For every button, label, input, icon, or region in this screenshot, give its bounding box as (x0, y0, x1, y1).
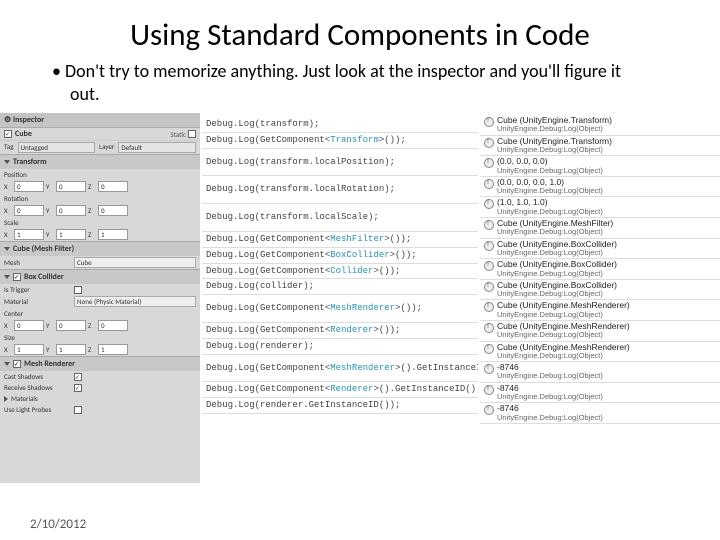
pos-z-field[interactable]: 0 (98, 181, 128, 192)
code-line: Debug.Log(transform.localRotation); (202, 176, 478, 204)
code-line: Debug.Log(collider); (202, 279, 478, 295)
pos-y-field[interactable]: 0 (56, 181, 86, 192)
code-line: Debug.Log(renderer.GetInstanceID()); (202, 398, 478, 414)
scale-row: X1 Y1 Z1 (0, 228, 200, 241)
log-row: Cube (UnityEngine.BoxCollider)UnityEngin… (480, 239, 720, 260)
info-icon (484, 302, 494, 312)
light-probes-checkbox[interactable] (74, 406, 82, 414)
info-icon (484, 344, 494, 354)
console-panel: Cube (UnityEngine.Transform)UnityEngine.… (480, 113, 720, 483)
renderer-enabled-checkbox[interactable] (13, 360, 21, 368)
is-trigger-checkbox[interactable] (74, 286, 82, 294)
info-icon (484, 282, 494, 292)
info-icon (484, 405, 494, 415)
log-row: (0.0, 0.0, 0.0, 1.0)UnityEngine.Debug:Lo… (480, 177, 720, 198)
info-icon (484, 220, 494, 230)
position-row: X0 Y0 Z0 (0, 180, 200, 193)
mesh-filter-section[interactable]: Cube (Mesh Filter) (0, 241, 200, 256)
tag-layer-row: Tag Untagged Layer Default (0, 141, 200, 154)
log-row: (1.0, 1.0, 1.0)UnityEngine.Debug:Log(Obj… (480, 197, 720, 218)
receive-shadows-checkbox[interactable] (74, 384, 82, 392)
pos-x-field[interactable]: 0 (14, 181, 44, 192)
log-row: Cube (UnityEngine.Transform)UnityEngine.… (480, 115, 720, 136)
chevron-right-icon (4, 396, 8, 402)
log-row: -8746UnityEngine.Debug:Log(Object) (480, 403, 720, 424)
code-line: Debug.Log(GetComponent<MeshRenderer>()); (202, 295, 478, 323)
physic-material-field[interactable]: None (Physic Material) (74, 296, 196, 307)
info-icon (484, 117, 494, 127)
info-icon (484, 385, 494, 395)
transform-section[interactable]: Transform (0, 154, 200, 169)
info-icon (484, 179, 494, 189)
rotation-row: X0 Y0 Z0 (0, 204, 200, 217)
page-title: Using Standard Components in Code (0, 0, 720, 60)
content-area: ⚙ Inspector Cube Static Tag Untagged Lay… (0, 113, 720, 483)
chevron-down-icon (4, 362, 10, 366)
code-line: Debug.Log(GetComponent<Renderer>().GetIn… (202, 382, 478, 398)
mesh-field[interactable]: Cube (74, 257, 196, 268)
info-icon (484, 199, 494, 209)
code-panel: Debug.Log(transform); Debug.Log(GetCompo… (200, 113, 480, 483)
log-row: Cube (UnityEngine.MeshRenderer)UnityEngi… (480, 321, 720, 342)
code-line: Debug.Log(GetComponent<Renderer>()); (202, 323, 478, 339)
info-icon (484, 261, 494, 271)
code-line: Debug.Log(GetComponent<MeshRenderer>().G… (202, 355, 478, 383)
log-row: Cube (UnityEngine.BoxCollider)UnityEngin… (480, 259, 720, 280)
log-row: -8746UnityEngine.Debug:Log(Object) (480, 383, 720, 404)
code-line: Debug.Log(transform.localPosition); (202, 149, 478, 177)
log-row: Cube (UnityEngine.BoxCollider)UnityEngin… (480, 280, 720, 301)
log-row: -8746UnityEngine.Debug:Log(Object) (480, 362, 720, 383)
cast-shadows-checkbox[interactable] (74, 373, 82, 381)
mesh-renderer-section[interactable]: Mesh Renderer (0, 356, 200, 371)
code-line: Debug.Log(renderer); (202, 339, 478, 355)
active-checkbox[interactable] (4, 130, 12, 138)
static-checkbox[interactable] (188, 130, 196, 138)
chevron-down-icon (4, 160, 10, 164)
tag-dropdown[interactable]: Untagged (18, 142, 96, 153)
code-line: Debug.Log(GetComponent<BoxCollider>()); (202, 248, 478, 264)
code-line: Debug.Log(transform.localScale); (202, 204, 478, 232)
inspector-header: ⚙ Inspector (0, 113, 200, 128)
info-icon (484, 158, 494, 168)
code-line: Debug.Log(transform); (202, 117, 478, 133)
chevron-down-icon (4, 247, 10, 251)
log-row: Cube (UnityEngine.MeshFilter)UnityEngine… (480, 218, 720, 239)
code-line: Debug.Log(GetComponent<Transform>()); (202, 133, 478, 149)
info-icon (484, 364, 494, 374)
chevron-down-icon (4, 275, 10, 279)
code-line: Debug.Log(GetComponent<Collider>()); (202, 264, 478, 280)
log-row: Cube (UnityEngine.MeshRenderer)UnityEngi… (480, 342, 720, 363)
object-name-row[interactable]: Cube Static (0, 128, 200, 141)
box-collider-section[interactable]: Box Collider (0, 269, 200, 284)
info-icon (484, 323, 494, 333)
log-row: Cube (UnityEngine.Transform)UnityEngine.… (480, 136, 720, 157)
layer-dropdown[interactable]: Default (118, 142, 196, 153)
collider-enabled-checkbox[interactable] (13, 273, 21, 281)
slide-date: 2/10/2012 (30, 517, 86, 532)
inspector-panel: ⚙ Inspector Cube Static Tag Untagged Lay… (0, 113, 200, 483)
gear-icon: ⚙ (4, 115, 11, 125)
log-row: (0.0, 0.0, 0.0)UnityEngine.Debug:Log(Obj… (480, 156, 720, 177)
info-icon (484, 241, 494, 251)
info-icon (484, 138, 494, 148)
bullet-text: Don't try to memorize anything. Just loo… (0, 60, 720, 113)
code-line: Debug.Log(GetComponent<MeshFilter>()); (202, 232, 478, 248)
log-row: Cube (UnityEngine.MeshRenderer)UnityEngi… (480, 300, 720, 321)
